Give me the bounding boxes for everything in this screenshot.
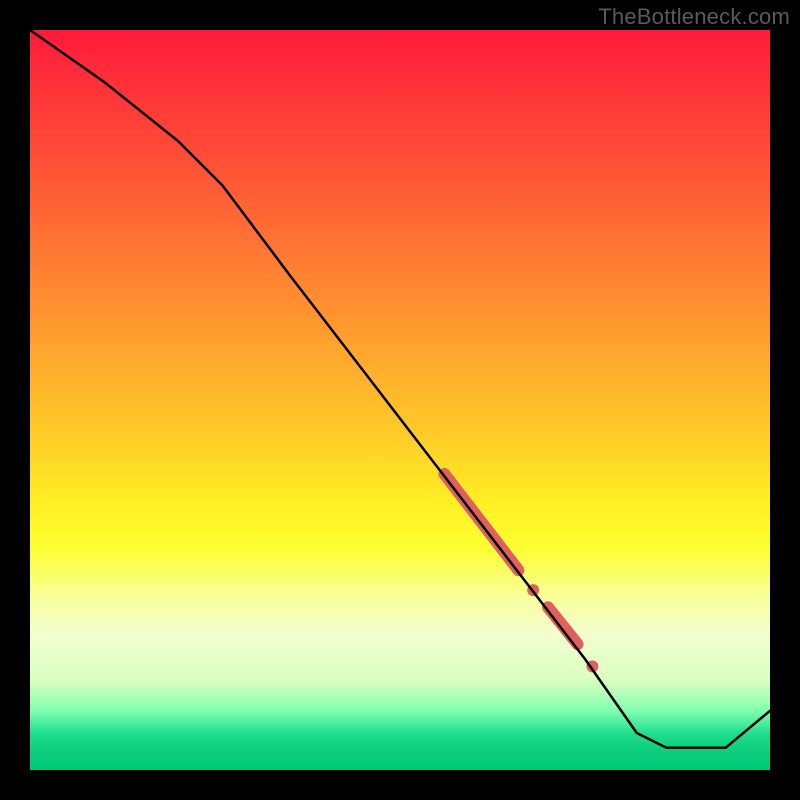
highlight-segment [444, 474, 518, 570]
bottleneck-curve [30, 30, 770, 748]
chart-svg [30, 30, 770, 770]
highlight-layer [444, 474, 598, 672]
plot-area [30, 30, 770, 770]
highlight-segment [548, 607, 578, 644]
watermark-text: TheBottleneck.com [598, 4, 790, 30]
